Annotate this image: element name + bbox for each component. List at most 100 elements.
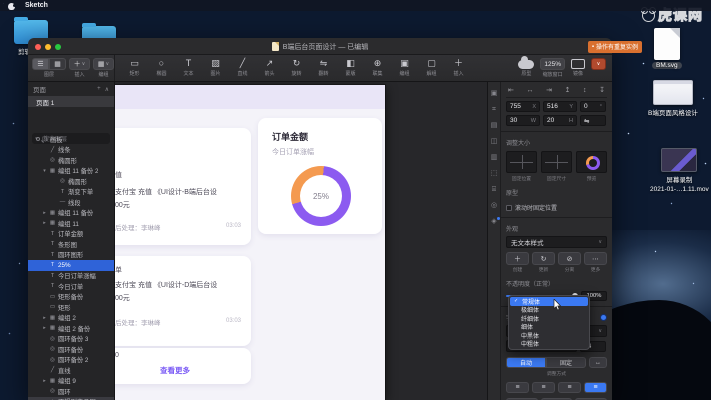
swatch-dropdown[interactable]: ∨ (591, 58, 606, 70)
layer-row[interactable]: ▸ ▦ 编组 9 (28, 376, 114, 387)
rail-rows-icon[interactable]: ▤ (491, 122, 498, 129)
app-menu-sketch[interactable]: Sketch (25, 2, 48, 9)
layer-row[interactable]: ▸ ▦ 编组 11 (28, 218, 114, 229)
layer-row[interactable]: T 条形图 (28, 239, 114, 250)
width-auto-segment[interactable]: 自动 (506, 357, 546, 368)
align-top-icon[interactable]: ↥ (565, 86, 571, 94)
layer-row[interactable]: T 今日订单 (28, 281, 114, 292)
layer-row[interactable]: ▾ ▦ 编组 11 备份 2 (28, 166, 114, 177)
layer-row[interactable]: ▸ ▦ 编组 11 备份 (28, 208, 114, 219)
desktop-file-svg[interactable]: BM.svg (652, 28, 682, 69)
layer-row[interactable]: ▭ 矩形 (28, 302, 114, 313)
toolbar-item[interactable]: ＋ 插入 (445, 58, 472, 77)
weight-menu-item[interactable]: 极细体 (509, 306, 589, 315)
layer-row[interactable]: ▾ ▢ 画板 (28, 134, 114, 145)
transaction-card-3[interactable]: 0 查看更多 (115, 348, 251, 384)
rail-grid-icon[interactable]: ⌗ (492, 106, 496, 113)
layer-row[interactable]: T 25% (28, 260, 114, 271)
canvas[interactable]: 值 支付宝 充值 《UI设计-B端后台设 00元 后处理：李琳峰 03:03 单… (115, 82, 487, 400)
toolbar-item[interactable]: ▨ 图片 (202, 58, 229, 77)
insert-dropdown[interactable]: ＋∨ (69, 58, 90, 70)
layer-row[interactable]: ◇ 不规则产品图 (28, 397, 114, 400)
align-right-icon[interactable]: ⇥ (546, 86, 552, 94)
align-v-center-icon[interactable]: ↕ (583, 87, 587, 94)
rail-layout-icon[interactable]: ▥ (491, 154, 498, 161)
rail-export-icon[interactable]: ◫ (491, 138, 498, 145)
transaction-card-1[interactable]: 值 支付宝 充值 《UI设计-B端后台设 00元 后处理：李琳峰 03:03 (115, 128, 251, 245)
align-text-left-button[interactable]: ≡ (506, 382, 529, 393)
rail-plugin-icon[interactable]: ◈ (491, 218, 496, 225)
cloud-upload-icon[interactable] (518, 60, 534, 69)
layer-row[interactable]: ◎ 椭圆形 (28, 176, 114, 187)
style-button[interactable]: ＋ (506, 252, 529, 265)
disclosure-arrow-icon[interactable]: ▾ (42, 168, 47, 174)
toolbar-item[interactable]: ⊕ 联集 (364, 58, 391, 77)
style-button[interactable]: ⋯ (584, 252, 607, 265)
disclosure-arrow-icon[interactable]: ▸ (42, 220, 47, 226)
disclosure-arrow-icon[interactable]: ▸ (42, 378, 47, 384)
layer-row[interactable]: T 今日订单涨幅 (28, 271, 114, 282)
align-text-right-button[interactable]: ≡ (558, 382, 581, 393)
toolbar-item[interactable]: ↻ 旋转 (283, 58, 310, 77)
toolbar-item[interactable]: ◧ 蒙版 (337, 58, 364, 77)
layer-row[interactable]: ◎ 椭圆形 (28, 155, 114, 166)
toolbar-item[interactable]: T 文本 (175, 58, 202, 77)
rail-toolbox-icon[interactable]: ⌸ (492, 186, 496, 193)
layer-preview-tile[interactable] (576, 151, 607, 173)
scroll-pin-checkbox-row[interactable]: 滚动时固定位置 (506, 203, 607, 212)
layer-row[interactable]: ◎ 圆环备份 2 (28, 355, 114, 366)
weight-menu-item[interactable]: ✓ 常规体 (510, 297, 588, 306)
donut-chart[interactable]: 25% (291, 166, 351, 226)
toolbar-item[interactable]: ▣ 编组 (391, 58, 418, 77)
flip-buttons[interactable]: ⇋ (580, 115, 606, 126)
align-text-center-button[interactable]: ≡ (532, 382, 555, 393)
align-h-center-icon[interactable]: ↔ (526, 87, 533, 94)
style-button[interactable]: ⊘ (558, 252, 581, 265)
width-mode-segmented[interactable]: 自动 固定 (506, 357, 586, 368)
toolbar-item[interactable]: ▢ 解组 (418, 58, 445, 77)
notification-badge[interactable]: ▪ 操作有重复实例 (588, 41, 642, 53)
weight-menu-item[interactable]: 中粗体 (509, 340, 589, 349)
layer-row[interactable]: ◎ 圆环 (28, 386, 114, 397)
view-more-link[interactable]: 查看更多 (115, 365, 251, 376)
layer-row[interactable]: ◎ 圆环备份 3 (28, 334, 114, 345)
toolbar-item[interactable]: ⇋ 翻转 (310, 58, 337, 77)
fix-size-tile[interactable] (541, 151, 572, 173)
layer-row[interactable]: ▭ 矩形备份 (28, 292, 114, 303)
artboard[interactable]: 值 支付宝 充值 《UI设计-B端后台设 00元 后处理：李琳峰 03:03 单… (115, 85, 385, 400)
list-view-icon[interactable]: ☰ (32, 58, 49, 70)
width-extra-button[interactable]: ↔ (589, 357, 607, 368)
toolbar-item[interactable]: ↗ 箭头 (256, 58, 283, 77)
page-item-active[interactable]: 页面 1 (28, 96, 114, 107)
rail-design-tab-icon[interactable]: ▣ (491, 90, 498, 97)
style-button[interactable]: ↻ (532, 252, 555, 265)
align-left-icon[interactable]: ⇤ (508, 86, 514, 94)
layer-row[interactable]: T 渐变下单 (28, 187, 114, 198)
height-field[interactable]: 20 H (543, 115, 577, 126)
desktop-file-image[interactable]: B端页面风格设计 (648, 80, 698, 117)
width-fixed-segment[interactable]: 固定 (546, 357, 586, 368)
toolbar-item[interactable]: ╱ 直线 (229, 58, 256, 77)
layer-row[interactable]: ▸ ▦ 编组 2 备份 (28, 323, 114, 334)
weight-menu-item[interactable]: 纤细体 (509, 314, 589, 323)
group-dropdown[interactable]: ▦∨ (93, 58, 114, 70)
layer-row[interactable]: — 线段 (28, 197, 114, 208)
title-bar[interactable]: B端后台页面设计 — 已编辑 ▪ 操作有重复实例 (28, 38, 612, 55)
rail-target-icon[interactable]: ◎ (491, 202, 497, 209)
collapse-pages-icon[interactable]: ∧ (105, 86, 109, 93)
zoom-level-button[interactable]: 125% (540, 58, 565, 70)
align-text-justify-button[interactable]: ≡ (584, 382, 607, 393)
layer-row[interactable]: T 订单金额 (28, 229, 114, 240)
toolbar-item[interactable]: ○ 椭圆 (148, 58, 175, 77)
weight-menu-item[interactable]: 细体 (509, 323, 589, 332)
grid-view-icon[interactable]: ▦ (49, 58, 66, 70)
x-field[interactable]: 755 X (506, 101, 540, 112)
layers-components-segmented[interactable]: ☰ ▦ (32, 58, 66, 70)
width-field[interactable]: 30 W (506, 115, 540, 126)
layer-row[interactable]: ◎ 圆环备份 (28, 344, 114, 355)
layer-row[interactable]: ╱ 线条 (28, 145, 114, 156)
mirror-screen-icon[interactable] (571, 59, 585, 69)
layer-row[interactable]: ▸ ▦ 编组 2 (28, 313, 114, 324)
align-bottom-icon[interactable]: ↧ (599, 86, 605, 94)
text-color-swatch[interactable] (600, 314, 607, 321)
